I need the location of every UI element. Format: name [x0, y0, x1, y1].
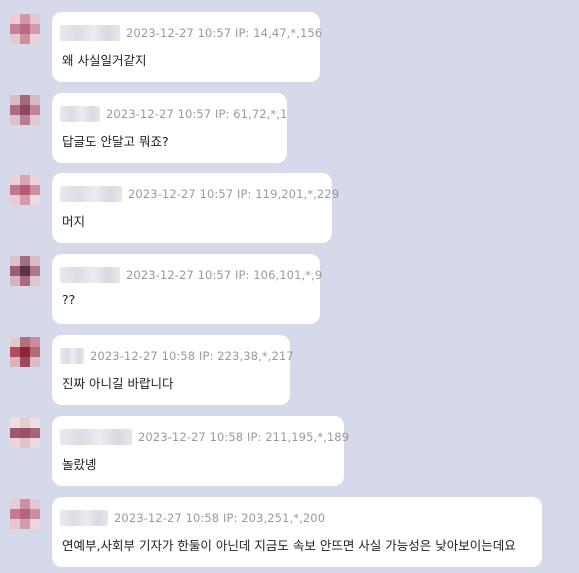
comment-timestamp-ip: 2023-12-27 10:58 IP: 203,251,*,200 — [114, 511, 326, 525]
comment-text: ?? — [62, 292, 76, 307]
comment-bubble: 2023-12-27 10:57 IP: 106,101,*,9 ?? — [52, 254, 322, 324]
comment-timestamp-ip: 2023-12-27 10:57 IP: 61,72,*,1 — [106, 107, 288, 121]
blurred-nickname — [60, 510, 108, 526]
comment-timestamp-ip: 2023-12-27 10:57 IP: 14,47,*,156 — [126, 26, 323, 40]
comment-meta: 2023-12-27 10:57 IP: 14,47,*,156 — [60, 24, 322, 42]
comment-bubble: 2023-12-27 10:58 IP: 223,38,*,217 진짜 아니길… — [52, 335, 294, 405]
comment-bubble: 2023-12-27 10:57 IP: 119,201,*,229 머지 — [52, 173, 339, 243]
comment-text: 놀랐녱 — [62, 457, 97, 472]
comment-timestamp-ip: 2023-12-27 10:57 IP: 106,101,*,9 — [126, 268, 323, 282]
blurred-nickname — [60, 25, 120, 41]
avatar[interactable] — [10, 14, 40, 44]
comment-meta: 2023-12-27 10:58 IP: 203,251,*,200 — [60, 509, 325, 527]
avatar[interactable] — [10, 256, 40, 286]
comment-meta: 2023-12-27 10:57 IP: 119,201,*,229 — [60, 185, 339, 203]
comment-meta: 2023-12-27 10:57 IP: 106,101,*,9 — [60, 266, 322, 284]
comment-timestamp-ip: 2023-12-27 10:58 IP: 223,38,*,217 — [90, 349, 294, 363]
blurred-nickname — [60, 186, 122, 202]
comment-bubble: 2023-12-27 10:57 IP: 61,72,*,1 답글도 안달고 뭐… — [52, 93, 287, 163]
comment-bubble: 2023-12-27 10:57 IP: 14,47,*,156 왜 사실일거같… — [52, 12, 322, 82]
avatar[interactable] — [10, 418, 40, 448]
avatar[interactable] — [10, 95, 40, 125]
avatar[interactable] — [10, 175, 40, 205]
comment-text: 답글도 안달고 뭐죠? — [62, 134, 169, 149]
blurred-nickname — [60, 429, 132, 445]
blurred-nickname — [60, 348, 84, 364]
comment-text: 머지 — [62, 214, 86, 229]
comment-meta: 2023-12-27 10:57 IP: 61,72,*,1 — [60, 105, 287, 123]
comment-timestamp-ip: 2023-12-27 10:57 IP: 119,201,*,229 — [128, 187, 340, 201]
blurred-nickname — [60, 106, 100, 122]
comment-meta: 2023-12-27 10:58 IP: 223,38,*,217 — [60, 347, 294, 365]
comment-bubble: 2023-12-27 10:58 IP: 211,195,*,189 놀랐녱 — [52, 416, 349, 486]
comment-text: 연예부,사회부 기자가 한둘이 아닌데 지금도 속보 안뜨면 사실 가능성은 낮… — [62, 538, 516, 553]
comment-text: 왜 사실일거같지 — [62, 53, 147, 68]
comment-text: 진짜 아니길 바랍니다 — [62, 376, 174, 391]
comment-timestamp-ip: 2023-12-27 10:58 IP: 211,195,*,189 — [138, 430, 350, 444]
comment-bubble: 2023-12-27 10:58 IP: 203,251,*,200 연예부,사… — [52, 497, 542, 567]
avatar[interactable] — [10, 337, 40, 367]
comment-meta: 2023-12-27 10:58 IP: 211,195,*,189 — [60, 428, 349, 446]
avatar[interactable] — [10, 499, 40, 529]
blurred-nickname — [60, 267, 120, 283]
